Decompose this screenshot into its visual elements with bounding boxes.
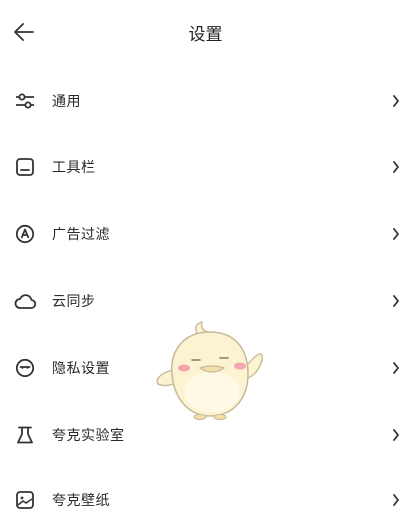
menu-item-general[interactable]: 通用 xyxy=(0,71,411,131)
flask-icon xyxy=(14,424,36,446)
menu-item-ad-filter[interactable]: 广告过滤 xyxy=(0,204,411,264)
toolbar-icon xyxy=(14,156,36,178)
menu-item-toolbar[interactable]: 工具栏 xyxy=(0,137,411,197)
privacy-icon xyxy=(14,357,36,379)
chevron-right-icon xyxy=(389,361,403,375)
cloud-icon xyxy=(14,290,36,312)
menu-item-lab[interactable]: 夸克实验室 xyxy=(0,405,411,465)
menu-item-label: 云同步 xyxy=(52,294,96,310)
ad-filter-icon xyxy=(14,223,36,245)
menu-item-label: 隐私设置 xyxy=(52,361,110,377)
chevron-right-icon xyxy=(389,294,403,308)
menu-item-label: 夸克壁纸 xyxy=(52,493,110,509)
wallpaper-icon xyxy=(14,489,36,511)
chevron-right-icon xyxy=(389,94,403,108)
menu-item-label: 夸克实验室 xyxy=(52,428,125,444)
chevron-right-icon xyxy=(389,160,403,174)
menu-item-wallpaper[interactable]: 夸克壁纸 xyxy=(0,470,411,530)
sliders-icon xyxy=(14,90,36,112)
page-title: 设置 xyxy=(188,25,223,45)
chevron-right-icon xyxy=(389,227,403,241)
header-bar: 设置 xyxy=(0,0,411,64)
menu-item-label: 通用 xyxy=(52,94,81,110)
menu-item-cloud-sync[interactable]: 云同步 xyxy=(0,271,411,331)
menu-item-label: 工具栏 xyxy=(52,160,96,176)
menu-item-privacy[interactable]: 隐私设置 xyxy=(0,338,411,398)
chevron-right-icon xyxy=(389,428,403,442)
menu-item-label: 广告过滤 xyxy=(52,227,110,243)
